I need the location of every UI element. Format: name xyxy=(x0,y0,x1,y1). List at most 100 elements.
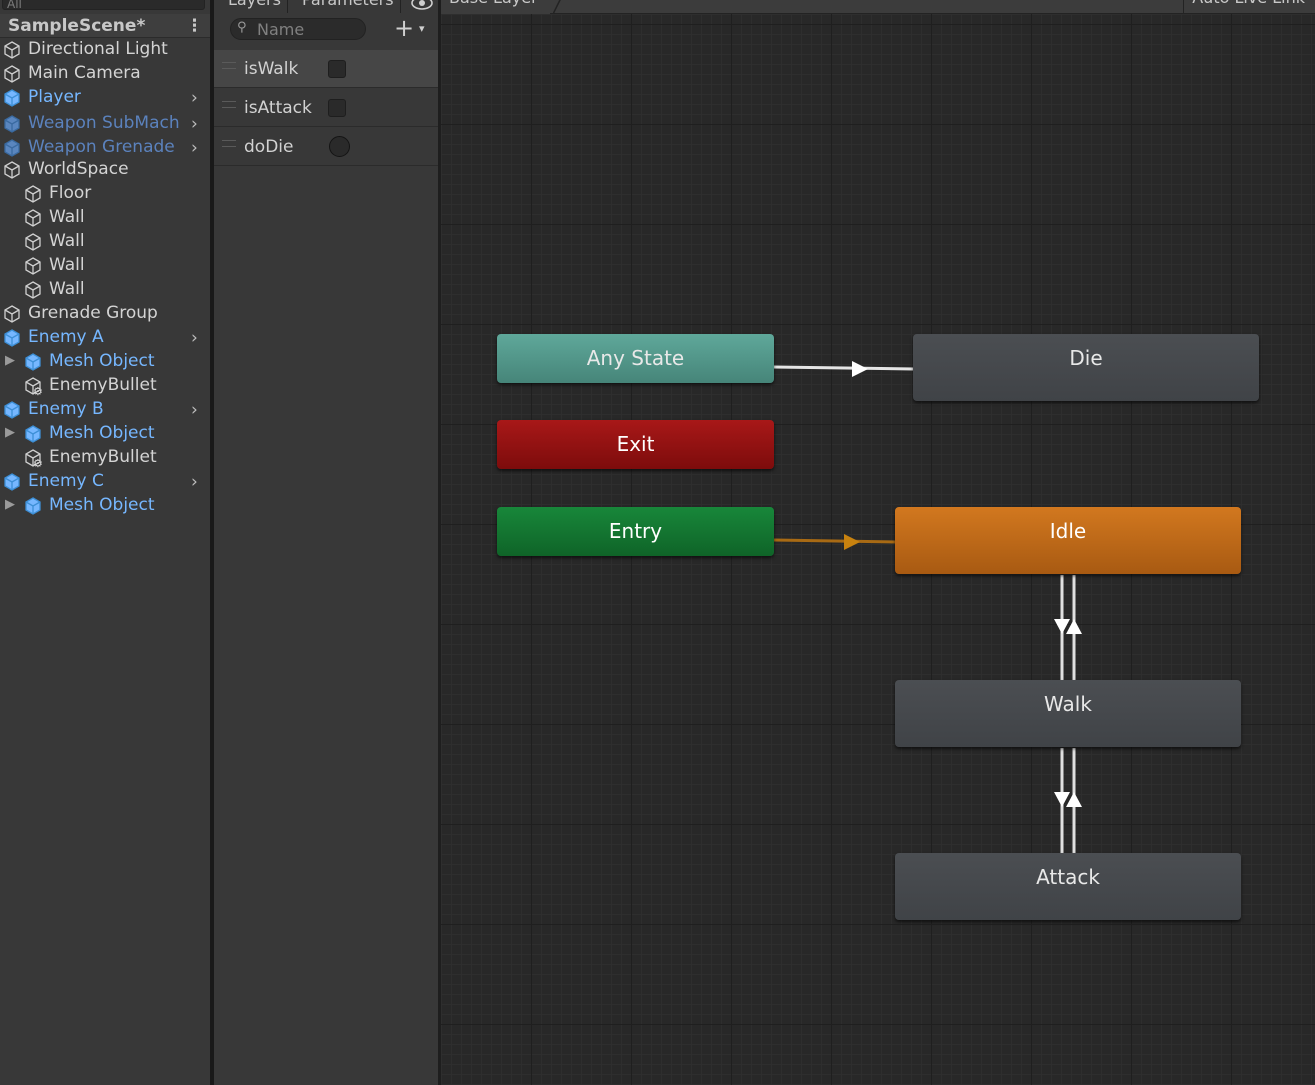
scene-title: SampleScene* xyxy=(8,16,146,36)
drag-handle-icon[interactable] xyxy=(222,140,236,147)
state-die[interactable]: Die xyxy=(913,334,1259,401)
tab-parameters[interactable]: Parameters xyxy=(296,0,401,13)
search-placeholder: Name xyxy=(257,20,305,39)
state-any-state[interactable]: Any State xyxy=(497,334,774,383)
animator-graph[interactable]: Any State Exit Entry Die Idle Walk Attac… xyxy=(441,0,1315,1085)
auto-live-link-toggle[interactable]: Auto Live Link xyxy=(1183,0,1315,14)
prefab-icon xyxy=(3,115,21,133)
hierarchy-item-label: Weapon SubMach xyxy=(28,113,180,133)
hierarchy-item[interactable]: Floor xyxy=(0,182,210,206)
graph-toolbar: Base Layer Auto Live Link xyxy=(441,0,1315,14)
hierarchy-item[interactable]: Wall xyxy=(0,230,210,254)
hierarchy-item[interactable]: Enemy B › xyxy=(0,398,210,422)
state-exit[interactable]: Exit xyxy=(497,420,774,469)
bool-checkbox[interactable] xyxy=(328,60,346,78)
parameter-row[interactable]: isAttack xyxy=(214,89,438,127)
hierarchy-search-input[interactable]: All xyxy=(2,0,205,11)
hierarchy-item-label: EnemyBullet xyxy=(49,447,157,467)
prefab-icon xyxy=(24,425,42,443)
prefab-icon xyxy=(24,497,42,515)
prefab-icon xyxy=(3,329,21,347)
hierarchy-item-label: Player xyxy=(28,87,81,107)
hierarchy-item[interactable]: ▶ Mesh Object xyxy=(0,350,210,374)
hierarchy-item[interactable]: Enemy C › xyxy=(0,470,210,494)
hierarchy-item[interactable]: ▶ Mesh Object xyxy=(0,494,210,518)
hierarchy-item-label: Floor xyxy=(49,183,92,203)
hierarchy-item[interactable]: Wall xyxy=(0,278,210,302)
chevron-down-icon[interactable]: ▾ xyxy=(419,22,425,35)
gameobject-script-icon: ⚙ xyxy=(24,377,43,398)
hierarchy-panel: All SampleScene* ⋮ Directional Light Mai… xyxy=(0,0,210,1085)
transition-anystate-die[interactable] xyxy=(773,365,915,371)
hierarchy-item-label: WorldSpace xyxy=(28,159,129,179)
breadcrumb[interactable]: Base Layer xyxy=(441,0,550,14)
transition-entry-idle[interactable] xyxy=(773,538,897,544)
animator-tabs: Layers Parameters xyxy=(214,0,438,13)
gameobject-icon xyxy=(3,41,21,59)
hierarchy-item-label: Grenade Group xyxy=(28,303,158,323)
hierarchy-item[interactable]: Wall xyxy=(0,206,210,230)
hierarchy-item-label: Wall xyxy=(49,207,85,227)
add-parameter-button[interactable]: + xyxy=(394,14,414,42)
hierarchy-item[interactable]: ⚙ EnemyBullet xyxy=(0,446,210,470)
chevron-right-icon[interactable]: › xyxy=(191,400,198,420)
parameter-search-input[interactable]: ⚲ Name xyxy=(230,18,366,40)
state-entry[interactable]: Entry xyxy=(497,507,774,556)
parameter-row[interactable]: doDie xyxy=(214,128,438,166)
parameter-name[interactable]: isAttack xyxy=(244,98,312,118)
hierarchy-item[interactable]: ⚙ EnemyBullet xyxy=(0,374,210,398)
trigger-radio[interactable] xyxy=(329,136,350,157)
parameter-name[interactable]: isWalk xyxy=(244,59,298,79)
chevron-right-icon[interactable]: › xyxy=(191,114,198,134)
hierarchy-item-label: Enemy B xyxy=(28,399,104,419)
hierarchy-item[interactable]: Weapon SubMach › xyxy=(0,112,210,136)
foldout-arrow-icon[interactable]: ▶ xyxy=(5,425,15,440)
transition-arrow-icon xyxy=(852,361,868,377)
hierarchy-item-label: Mesh Object xyxy=(49,495,155,515)
hierarchy-item[interactable]: Main Camera xyxy=(0,62,210,86)
hierarchy-item-label: Wall xyxy=(49,231,85,251)
transition-arrow-icon xyxy=(844,534,860,550)
prefab-icon xyxy=(3,89,21,107)
hierarchy-item-label: Main Camera xyxy=(28,63,141,83)
hierarchy-item[interactable]: Player › xyxy=(0,86,210,110)
prefab-icon xyxy=(3,139,21,157)
hierarchy-item-label: Enemy A xyxy=(28,327,104,347)
gameobject-icon xyxy=(24,233,42,251)
scene-menu-icon[interactable]: ⋮ xyxy=(186,16,203,36)
hierarchy-item-label: Mesh Object xyxy=(49,423,155,443)
hierarchy-item[interactable]: Directional Light xyxy=(0,38,210,62)
tab-layers[interactable]: Layers xyxy=(222,0,288,13)
chevron-right-icon[interactable]: › xyxy=(191,328,198,348)
drag-handle-icon[interactable] xyxy=(222,62,236,69)
parameters-panel: Layers Parameters ⚲ Name + ▾ isWalk isAt… xyxy=(214,0,438,1085)
chevron-right-icon[interactable]: › xyxy=(191,88,198,108)
hierarchy-item[interactable]: ▶ Mesh Object xyxy=(0,422,210,446)
drag-handle-icon[interactable] xyxy=(222,101,236,108)
gameobject-icon xyxy=(3,161,21,179)
parameter-row[interactable]: isWalk xyxy=(214,50,438,88)
gameobject-icon xyxy=(24,257,42,275)
parameter-name[interactable]: doDie xyxy=(244,137,293,157)
state-attack[interactable]: Attack xyxy=(895,853,1241,920)
state-idle[interactable]: Idle xyxy=(895,507,1241,574)
eye-icon[interactable] xyxy=(411,0,433,10)
foldout-arrow-icon[interactable]: ▶ xyxy=(5,497,15,512)
foldout-arrow-icon[interactable]: ▶ xyxy=(5,353,15,368)
hierarchy-item[interactable]: Wall xyxy=(0,254,210,278)
hierarchy-item-label: Mesh Object xyxy=(49,351,155,371)
gameobject-icon xyxy=(24,281,42,299)
scene-header[interactable]: SampleScene* ⋮ xyxy=(0,14,210,38)
chevron-right-icon[interactable]: › xyxy=(191,138,198,158)
prefab-icon xyxy=(3,473,21,491)
hierarchy-item[interactable]: Enemy A › xyxy=(0,326,210,350)
hierarchy-item-label: EnemyBullet xyxy=(49,375,157,395)
bool-checkbox[interactable] xyxy=(328,99,346,117)
hierarchy-item[interactable]: WorldSpace xyxy=(0,158,210,182)
hierarchy-item[interactable]: Grenade Group xyxy=(0,302,210,326)
breadcrumb-separator-icon xyxy=(553,0,561,14)
hierarchy-item[interactable]: Weapon Grenade › xyxy=(0,136,210,160)
state-walk[interactable]: Walk xyxy=(895,680,1241,747)
chevron-right-icon[interactable]: › xyxy=(191,472,198,492)
gameobject-icon xyxy=(3,305,21,323)
